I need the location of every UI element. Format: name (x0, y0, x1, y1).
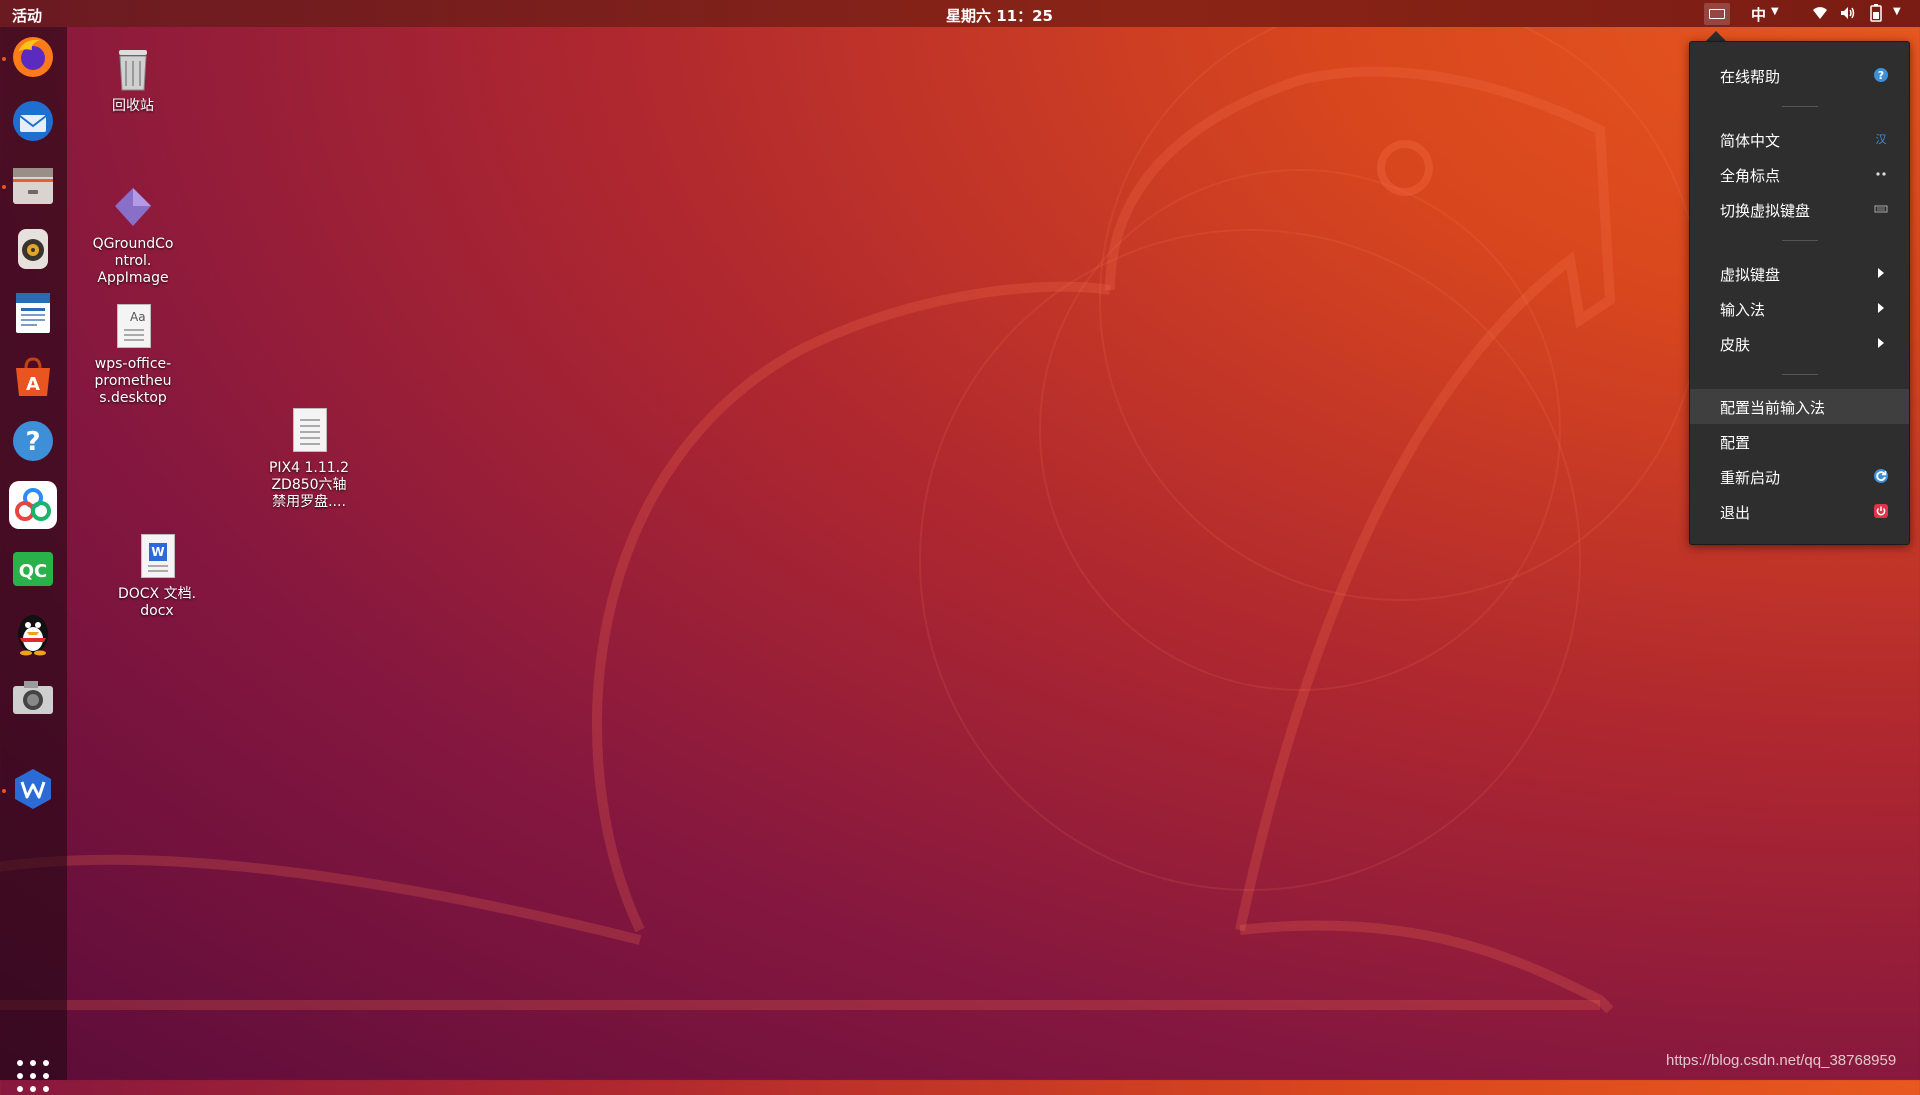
desktop-icon-label-line: 禁用罗盘.... (272, 494, 346, 510)
input-method-menu: 在线帮助 ? 简体中文 汉 全角标点 切换虚拟键盘 虚拟键盘 输入法 皮肤 配置… (1689, 41, 1910, 545)
menu-item-label: 在线帮助 (1720, 68, 1781, 86)
menu-item-exit[interactable]: 退出 (1690, 494, 1909, 529)
power-icon (1874, 504, 1888, 518)
running-indicator (2, 185, 6, 189)
punctuation-icon (1876, 172, 1886, 176)
desktop-icon-docx[interactable]: W DOCX 文档. docx (102, 534, 212, 620)
menu-item-simplified-chinese[interactable]: 简体中文 汉 (1690, 122, 1909, 157)
desktop-icon-label-line: s.desktop (99, 390, 167, 406)
document-icon (287, 408, 331, 456)
qgroundcontrol-icon[interactable]: QC (9, 545, 57, 593)
menu-item-label: 皮肤 (1720, 336, 1751, 354)
firefox-icon[interactable] (9, 33, 57, 81)
desktop-icon-label-line: prometheu (94, 373, 172, 389)
desktop-icon-label-line: AppImage (97, 270, 169, 286)
menu-item-configure[interactable]: 配置 (1690, 424, 1909, 459)
top-bar: 活动 星期六 11：25 中 ▼ ▼ (0, 0, 1920, 27)
menu-item-restart[interactable]: 重新启动 (1690, 459, 1909, 494)
menu-item-virtual-keyboard[interactable]: 虚拟键盘 (1690, 256, 1909, 291)
text-file-icon: Aa (111, 304, 155, 352)
menu-item-label: 全角标点 (1720, 167, 1781, 185)
clock[interactable]: 星期六 11：25 (946, 5, 1053, 26)
ime-indicator[interactable]: 中 (1751, 4, 1766, 25)
writer-icon[interactable] (9, 289, 57, 337)
files-icon[interactable] (9, 161, 57, 209)
desktop-icon-label-line: ZD850六轴 (271, 477, 347, 493)
camera-icon[interactable] (9, 673, 57, 721)
qq-icon[interactable] (9, 609, 57, 657)
rhythmbox-icon[interactable] (9, 225, 57, 273)
restart-icon (1874, 469, 1888, 483)
keyboard-icon[interactable] (1704, 3, 1730, 25)
menu-separator (1782, 374, 1818, 375)
word-document-icon: W (135, 534, 179, 582)
desktop-icon-wps-desktop[interactable]: Aa wps-office- prometheu s.desktop (78, 304, 188, 407)
baidu-netdisk-icon[interactable] (9, 481, 57, 529)
menu-separator (1782, 106, 1818, 107)
running-indicator (2, 57, 6, 61)
menu-item-label: 配置当前输入法 (1720, 399, 1826, 417)
menu-item-label: 输入法 (1720, 301, 1766, 319)
desktop-icon-qgroundcontrol[interactable]: QGroundCo ntrol. AppImage (78, 184, 188, 287)
menu-item-label: 退出 (1720, 504, 1751, 522)
menu-item-online-help[interactable]: 在线帮助 ? (1690, 58, 1909, 93)
menu-item-skin[interactable]: 皮肤 (1690, 326, 1909, 361)
submenu-arrow-icon (1878, 338, 1884, 348)
thunderbird-icon[interactable] (9, 97, 57, 145)
help-icon[interactable]: ? (9, 417, 57, 465)
desktop-icon-label: 回收站 (112, 98, 154, 114)
desktop-icon-trash[interactable]: 回收站 (78, 46, 188, 115)
menu-item-input-method[interactable]: 输入法 (1690, 291, 1909, 326)
menu-item-label: 切换虚拟键盘 (1720, 202, 1811, 220)
menu-item-fullwidth-punct[interactable]: 全角标点 (1690, 157, 1909, 192)
menu-pointer (1706, 31, 1726, 41)
menu-item-toggle-virtual-keyboard[interactable]: 切换虚拟键盘 (1690, 192, 1909, 227)
keyboard-icon (1874, 205, 1888, 213)
software-center-icon[interactable]: A (9, 353, 57, 401)
svg-text:?: ? (25, 427, 40, 457)
menu-item-label: 虚拟键盘 (1720, 266, 1781, 284)
desktop-icon-label-line: ntrol. (114, 253, 152, 269)
apps-grid-icon[interactable] (14, 1057, 52, 1095)
svg-text:QC: QC (19, 561, 48, 582)
menu-item-label: 重新启动 (1720, 469, 1781, 487)
submenu-arrow-icon (1878, 268, 1884, 278)
wps-icon[interactable] (9, 765, 57, 813)
desktop-icon-label-line: PIX4 1.11.2 (268, 460, 350, 476)
desktop-icon-label-line: docx (140, 603, 174, 619)
desktop-icon-label-line: DOCX 文档. (117, 586, 197, 602)
watermark-url: https://blog.csdn.net/qq_38768959 (1666, 1052, 1897, 1069)
svg-text:汉: 汉 (1876, 133, 1887, 146)
activities-button[interactable]: 活动 (12, 5, 42, 26)
svg-text:?: ? (1878, 69, 1884, 82)
menu-item-label: 配置 (1720, 434, 1751, 452)
battery-icon[interactable] (1866, 3, 1886, 23)
help-icon: ? (1874, 68, 1888, 82)
svg-text:A: A (26, 374, 40, 395)
trash-icon (111, 46, 155, 94)
dock: A ? QC (0, 27, 67, 1092)
chevron-down-icon: ▼ (1771, 6, 1779, 17)
chinese-lang-icon: 汉 (1876, 133, 1887, 146)
menu-item-configure-current-im[interactable]: 配置当前输入法 (1690, 389, 1909, 424)
wallpaper (0, 0, 1701, 1014)
appimage-icon (111, 184, 155, 232)
menu-item-label: 简体中文 (1720, 132, 1781, 150)
desktop-icon-pix4[interactable]: PIX4 1.11.2 ZD850六轴 禁用罗盘.... (254, 408, 364, 511)
wifi-icon[interactable] (1810, 3, 1830, 23)
desktop-icon-label-line: QGroundCo (92, 236, 174, 252)
menu-separator (1782, 240, 1818, 241)
running-indicator (2, 789, 6, 793)
volume-icon[interactable] (1838, 3, 1858, 23)
desktop-icon-label-line: wps-office- (94, 356, 172, 372)
submenu-arrow-icon (1878, 303, 1884, 313)
system-menu-chevron-icon[interactable]: ▼ (1893, 6, 1901, 17)
